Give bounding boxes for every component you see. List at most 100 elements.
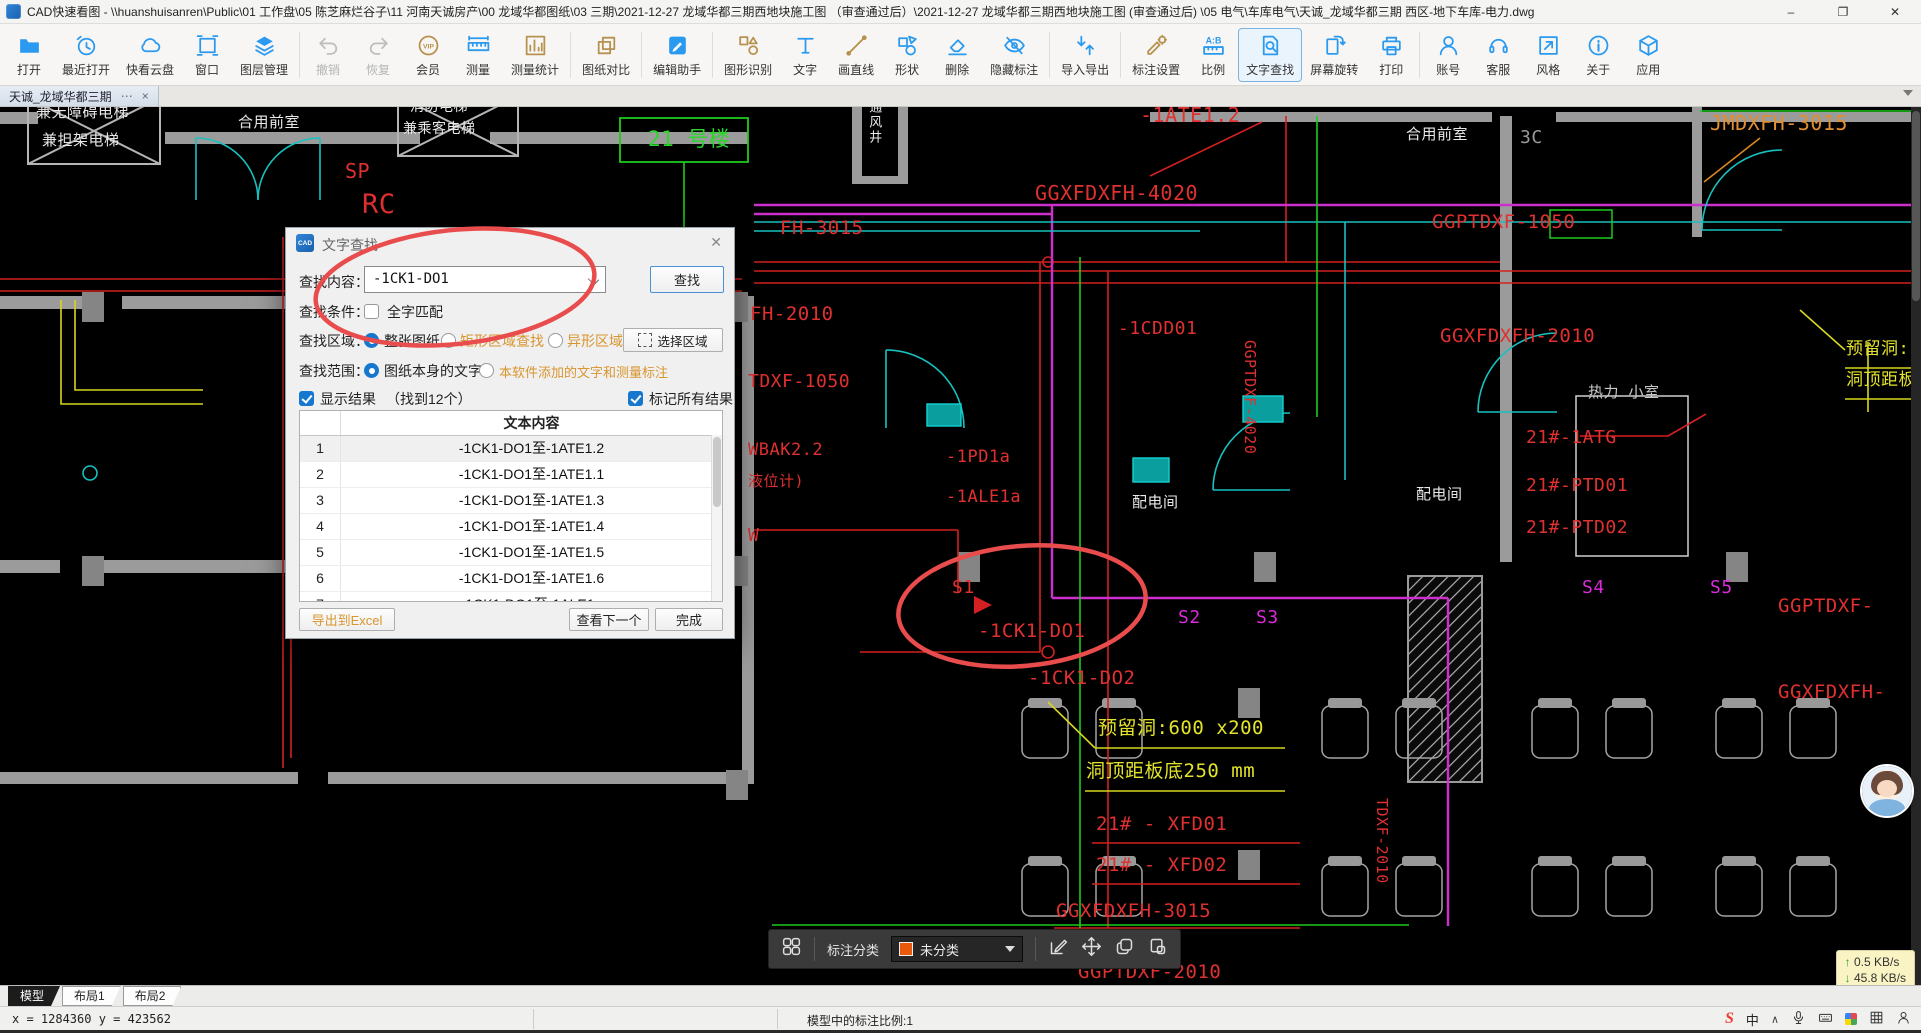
- toolbar-button-shape-recognition[interactable]: 图形识别: [716, 28, 780, 82]
- whole-word-checkbox[interactable]: [364, 304, 379, 319]
- scrollbar-thumb[interactable]: [1912, 111, 1920, 301]
- toolbar-button-redo[interactable]: 恢复: [353, 28, 403, 82]
- toolbar-button-clock[interactable]: 最近打开: [54, 28, 118, 82]
- layout-tab-1[interactable]: 布局1: [62, 986, 121, 1006]
- view-next-button[interactable]: 查看下一个: [569, 608, 649, 631]
- dialog-close-icon[interactable]: ✕: [710, 234, 722, 251]
- cloud-icon: [138, 33, 163, 58]
- category-grid-icon[interactable]: [781, 936, 802, 962]
- area-whole-label[interactable]: 整张图纸: [384, 331, 440, 351]
- edit-annotation-icon[interactable]: [1048, 936, 1069, 962]
- find-content-combobox[interactable]: -1CK1-DO1: [364, 266, 606, 293]
- chevron-down-icon[interactable]: [588, 274, 599, 285]
- scope-added-radio[interactable]: [479, 363, 494, 378]
- main-toolbar: 打开最近打开快看云盘窗口图层管理撤销恢复VIP会员测量测量统计图纸对比编辑助手图…: [0, 24, 1921, 86]
- toolbar-button-annotation-settings[interactable]: 标注设置: [1124, 28, 1188, 82]
- layout-tab-2[interactable]: 布局2: [123, 986, 182, 1006]
- toolbar-button-service[interactable]: 客服: [1473, 28, 1523, 82]
- close-button[interactable]: ✕: [1869, 0, 1921, 24]
- area-rect-radio[interactable]: [441, 333, 456, 348]
- tab-more-icon[interactable]: ⋯: [121, 89, 133, 103]
- toolbar-button-shapes[interactable]: 形状: [882, 28, 932, 82]
- toolbar-button-scale[interactable]: A:B比例: [1188, 28, 1238, 82]
- toolbar-button-account[interactable]: 账号: [1423, 28, 1473, 82]
- toolbar-button-cloud[interactable]: 快看云盘: [118, 28, 182, 82]
- assistant-avatar[interactable]: [1862, 766, 1912, 816]
- minimize-button[interactable]: –: [1765, 0, 1817, 24]
- move-icon[interactable]: [1081, 936, 1102, 962]
- find-area-label: 查找区域：: [299, 331, 369, 351]
- toolbar-button-layers[interactable]: 图层管理: [232, 28, 296, 82]
- sogou-icon[interactable]: S: [1725, 1010, 1734, 1028]
- toolbar-button-chart[interactable]: 测量统计: [503, 28, 567, 82]
- redo-icon: [366, 33, 391, 58]
- result-row[interactable]: 7-1CK1-DO1至-1ALE1a: [300, 592, 722, 602]
- whole-word-label[interactable]: 全字匹配: [387, 302, 443, 322]
- tab-close-icon[interactable]: ×: [142, 89, 149, 103]
- toolbar-button-import-export[interactable]: 导入导出: [1053, 28, 1117, 82]
- toolbar-button-line[interactable]: 画直线: [830, 28, 882, 82]
- toolbar-button-text[interactable]: 文字: [780, 28, 830, 82]
- result-row[interactable]: 1-1CK1-DO1至-1ATE1.2: [300, 436, 722, 462]
- copy-icon[interactable]: [1114, 936, 1135, 962]
- toolbar-button-print[interactable]: 打印: [1366, 28, 1416, 82]
- title-bar[interactable]: CAD快速看图 - \\huanshuisanren\Public\01 工作盘…: [0, 0, 1921, 24]
- text-icon: [793, 33, 818, 58]
- select-area-button[interactable]: 选择区域: [623, 328, 723, 352]
- scope-drawing-label[interactable]: 图纸本身的文字: [384, 361, 482, 381]
- chevron-up-icon[interactable]: ∧: [1771, 1013, 1779, 1026]
- table-scrollbar[interactable]: [711, 435, 722, 602]
- grid-icon[interactable]: [1869, 1010, 1884, 1028]
- scope-drawing-radio[interactable]: [364, 363, 379, 378]
- toolbar-button-text-find[interactable]: 文字查找: [1238, 28, 1302, 82]
- toolbar-button-undo[interactable]: 撤销: [303, 28, 353, 82]
- table-scrollbar-thumb[interactable]: [713, 437, 721, 507]
- toolbar-button-apps[interactable]: 应用: [1623, 28, 1673, 82]
- show-results-label[interactable]: 显示结果: [320, 389, 376, 409]
- export-excel-button[interactable]: 导出到Excel: [299, 608, 395, 631]
- result-row[interactable]: 5-1CK1-DO1至-1ATE1.5: [300, 540, 722, 566]
- area-poly-radio[interactable]: [548, 333, 563, 348]
- toolbar-button-edit-assistant[interactable]: 编辑助手: [645, 28, 709, 82]
- result-row[interactable]: 6-1CK1-DO1至-1ATE1.6: [300, 566, 722, 592]
- scope-added-label[interactable]: 本软件添加的文字和测量标注: [499, 362, 668, 381]
- paste-icon[interactable]: [1147, 936, 1168, 962]
- drawing-tabbar: 天诚_龙域华都三期 ⋯ ×: [0, 86, 1921, 107]
- done-button[interactable]: 完成: [655, 608, 723, 631]
- toolbar-button-window[interactable]: 窗口: [182, 28, 232, 82]
- microphone-icon[interactable]: [1791, 1010, 1806, 1028]
- toolbar-button-rotate[interactable]: 屏幕旋转: [1302, 28, 1366, 82]
- canvas-scrollbar[interactable]: [1911, 107, 1921, 985]
- maximize-button[interactable]: ❐: [1817, 0, 1869, 24]
- toolbar-button-pages[interactable]: 图纸对比: [574, 28, 638, 82]
- toolbar-button-hide-annotation[interactable]: 隐藏标注: [982, 28, 1046, 82]
- toolbar-button-vip[interactable]: VIP会员: [403, 28, 453, 82]
- layout-tab-model[interactable]: 模型: [8, 986, 60, 1006]
- toolbar-button-style[interactable]: 风格: [1523, 28, 1573, 82]
- result-text: -1CK1-DO1至-1ALE1a: [341, 592, 722, 602]
- toolbar-button-folder[interactable]: 打开: [4, 28, 54, 82]
- area-rect-label[interactable]: 矩形区域查找: [460, 331, 544, 351]
- result-row[interactable]: 3-1CK1-DO1至-1ATE1.3: [300, 488, 722, 514]
- ime-mode-label[interactable]: 中: [1746, 1010, 1759, 1029]
- tab-list-chevron-icon[interactable]: [1903, 90, 1913, 96]
- annotation-scale-label: 模型中的标注比例:1: [807, 1012, 913, 1029]
- upload-arrow-icon: ↑: [1845, 955, 1851, 969]
- show-results-checkbox[interactable]: [299, 391, 314, 406]
- drawing-tab[interactable]: 天诚_龙域华都三期 ⋯ ×: [0, 86, 159, 106]
- area-whole-radio[interactable]: [364, 333, 379, 348]
- result-row[interactable]: 2-1CK1-DO1至-1ATE1.1: [300, 462, 722, 488]
- result-row[interactable]: 4-1CK1-DO1至-1ATE1.4: [300, 514, 722, 540]
- mark-all-checkbox[interactable]: [628, 391, 643, 406]
- dialog-titlebar[interactable]: CAD 文字查找 ✕: [286, 228, 734, 258]
- find-button[interactable]: 查找: [650, 266, 724, 293]
- toolbar-button-eraser[interactable]: 删除: [932, 28, 982, 82]
- toolbar-button-ruler[interactable]: 测量: [453, 28, 503, 82]
- toolbar-button-about[interactable]: 关于: [1573, 28, 1623, 82]
- color-palette-icon[interactable]: [1845, 1013, 1857, 1025]
- mark-all-label[interactable]: 标记所有结果: [649, 389, 733, 409]
- user-icon[interactable]: [1896, 1010, 1911, 1028]
- rotate-icon: [1322, 33, 1347, 58]
- keyboard-icon[interactable]: [1818, 1010, 1833, 1028]
- category-dropdown[interactable]: 未分类: [891, 936, 1023, 962]
